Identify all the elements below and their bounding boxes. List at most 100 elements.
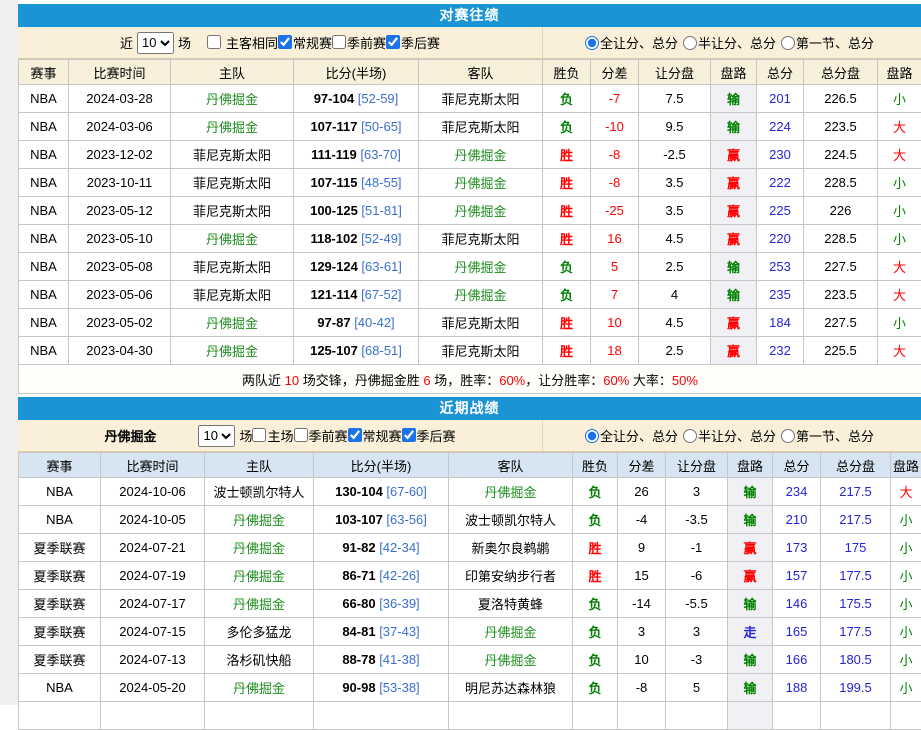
radio-半让分、总分[interactable]: 半让分、总分 — [683, 33, 776, 52]
checkbox-input-季后赛[interactable] — [386, 35, 400, 49]
score-halftime: [52-59] — [354, 91, 398, 106]
radio-input-第一节、总分[interactable] — [781, 36, 795, 50]
cell-total-line: 217.5 — [821, 478, 891, 506]
cell-date: 2024-07-21 — [101, 534, 205, 562]
cell-date: 2024-07-17 — [101, 590, 205, 618]
cell-win-loss: 负 — [573, 618, 618, 646]
cell-score: 88-78 [41-38] — [314, 646, 449, 674]
column-header-总分: 总分 — [757, 60, 804, 85]
radio-input-半让分、总分[interactable] — [683, 429, 697, 443]
checkbox-input-主客相同[interactable] — [207, 35, 221, 49]
cell-total-points: 225 — [757, 197, 804, 225]
cell-score: 84-81 [37-43] — [314, 618, 449, 646]
radio-input-全让分、总分[interactable] — [585, 36, 599, 50]
cell-home-team: 丹佛掘金 — [205, 674, 314, 702]
cell-handicap-result: 赢 — [711, 225, 757, 253]
checkbox-常规赛[interactable]: 常规赛 — [348, 426, 402, 445]
cell-away-team: 夏洛特黄蜂 — [449, 590, 573, 618]
cell-win-loss: 胜 — [573, 534, 618, 562]
cell-total-points: 220 — [757, 225, 804, 253]
checkbox-input-常规赛[interactable] — [348, 428, 362, 442]
radio-label: 第一节、总分 — [796, 426, 874, 445]
summary-stat-value: 60% — [603, 373, 629, 388]
cell-home-team: 丹佛掘金 — [171, 337, 294, 365]
checkbox-input-主场[interactable] — [252, 428, 266, 442]
column-header-客队: 客队 — [449, 453, 573, 478]
checkbox-季前赛[interactable]: 季前赛 — [294, 426, 348, 445]
radio-第一节、总分[interactable]: 第一节、总分 — [781, 33, 874, 52]
cell-point-diff: 5 — [591, 253, 639, 281]
score-fulltime: 91-82 — [342, 540, 375, 555]
score-fulltime: 90-98 — [342, 680, 375, 695]
cell-home-team: 菲尼克斯太阳 — [171, 141, 294, 169]
cell-handicap-line: 2.5 — [639, 337, 711, 365]
score-fulltime: 88-78 — [342, 652, 375, 667]
cell-score: 97-87 [40-42] — [294, 309, 419, 337]
checkbox-季前赛[interactable]: 季前赛 — [332, 33, 386, 52]
radio-第一节、总分[interactable]: 第一节、总分 — [781, 426, 874, 445]
cell-point-diff: 3 — [618, 618, 666, 646]
summary-stat-value: 6 — [423, 373, 430, 388]
cell-total-line: 223.5 — [804, 281, 878, 309]
cell-total-line: 225.5 — [804, 337, 878, 365]
cell-over-under: 小 — [891, 590, 921, 618]
table-row: 夏季联赛2024-07-21丹佛掘金91-82 [42-34]新奥尔良鹈鹕胜9-… — [19, 534, 921, 562]
radio-input-第一节、总分[interactable] — [781, 429, 795, 443]
cell-home-team: 菲尼克斯太阳 — [171, 253, 294, 281]
section2-filter-row: 丹佛掘金 10 场 主场季前赛常规赛季后赛 全让分、总分半让分、总分第一节、总分 — [18, 420, 921, 452]
radio-全让分、总分[interactable]: 全让分、总分 — [585, 426, 678, 445]
checkbox-季后赛[interactable]: 季后赛 — [402, 426, 456, 445]
cell-empty — [205, 702, 314, 730]
cell-point-diff: 26 — [618, 478, 666, 506]
summary-row: 两队近 10 场交锋，丹佛掘金胜 6 场，胜率：60%，让分胜率：60% 大率：… — [19, 365, 921, 394]
cell-away-team: 丹佛掘金 — [449, 478, 573, 506]
radio-input-全让分、总分[interactable] — [585, 429, 599, 443]
score-fulltime: 121-114 — [310, 287, 357, 302]
cell-total-points: 165 — [773, 618, 821, 646]
cell-point-diff: -25 — [591, 197, 639, 225]
cell-over-under: 大 — [878, 281, 921, 309]
games-count-select-1[interactable]: 10 — [137, 32, 174, 54]
table-row: NBA2023-10-11菲尼克斯太阳107-115 [48-55]丹佛掘金胜-… — [19, 169, 921, 197]
radio-input-半让分、总分[interactable] — [683, 36, 697, 50]
column-header-比分(半场): 比分(半场) — [294, 60, 419, 85]
cell-total-line: 175.5 — [821, 590, 891, 618]
checkbox-input-季前赛[interactable] — [332, 35, 346, 49]
cell-empty — [666, 702, 728, 730]
checkbox-input-常规赛[interactable] — [278, 35, 292, 49]
cell-point-diff: -7 — [591, 85, 639, 113]
table-row: NBA2024-03-06丹佛掘金107-117 [50-65]菲尼克斯太阳负-… — [19, 113, 921, 141]
score-halftime: [51-81] — [358, 203, 402, 218]
main-content: 对赛往绩 近 10 场 主客相同常规赛季前赛季后赛 全让分、总分半让分、总分第一… — [18, 0, 921, 730]
cell-handicap-result: 输 — [711, 281, 757, 309]
cell-handicap-result: 赢 — [711, 141, 757, 169]
cell-home-team: 丹佛掘金 — [171, 309, 294, 337]
summary-stat-value: 10 — [285, 373, 299, 388]
cell-empty — [891, 702, 921, 730]
cell-date: 2024-03-06 — [69, 113, 171, 141]
checkbox-主客相同[interactable]: 主客相同 — [207, 33, 278, 52]
cell-total-line: 177.5 — [821, 618, 891, 646]
checkbox-label: 主场 — [267, 426, 293, 445]
checkbox-季后赛[interactable]: 季后赛 — [386, 33, 440, 52]
cell-score: 107-117 [50-65] — [294, 113, 419, 141]
checkbox-input-季前赛[interactable] — [294, 428, 308, 442]
checkbox-input-季后赛[interactable] — [402, 428, 416, 442]
cell-home-team: 波士顿凯尔特人 — [205, 478, 314, 506]
cell-total-points: 234 — [773, 478, 821, 506]
cell-score: 86-71 [42-26] — [314, 562, 449, 590]
column-header-让分盘: 让分盘 — [639, 60, 711, 85]
cell-win-loss: 负 — [573, 478, 618, 506]
cell-over-under: 小 — [878, 225, 921, 253]
games-count-select-2[interactable]: 10 — [198, 425, 235, 447]
checkbox-主场[interactable]: 主场 — [252, 426, 293, 445]
cell-over-under: 大 — [878, 337, 921, 365]
radio-半让分、总分[interactable]: 半让分、总分 — [683, 426, 776, 445]
cell-empty — [618, 702, 666, 730]
head-to-head-table: 赛事比赛时间主队比分(半场)客队胜负分差让分盘盘路总分总分盘盘路 NBA2024… — [18, 59, 921, 394]
checkbox-常规赛[interactable]: 常规赛 — [278, 33, 332, 52]
cell-away-team: 波士顿凯尔特人 — [449, 506, 573, 534]
radio-全让分、总分[interactable]: 全让分、总分 — [585, 33, 678, 52]
column-header-盘路: 盘路 — [728, 453, 773, 478]
cell-total-line: 177.5 — [821, 562, 891, 590]
